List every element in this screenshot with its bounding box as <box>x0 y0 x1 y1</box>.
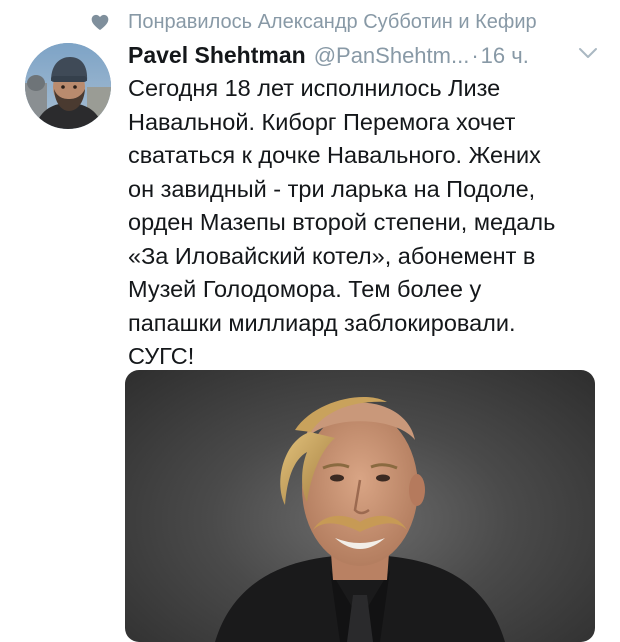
tweet-text-line: свататься к дочке Навального. Жених <box>128 142 541 168</box>
tweet-time[interactable]: 16 ч. <box>481 43 529 68</box>
tweet-text-line: орден Мазепы второй степени, медаль <box>128 209 556 235</box>
tweet-text-line: «За Иловайский котел», абонемент в <box>128 242 536 269</box>
tweet-text-line: Навальной. Киборг Перемога хочет <box>128 108 516 135</box>
tweet-text: Сегодня 18 лет исполнилось Лизе Навально… <box>128 72 608 374</box>
author-name[interactable]: Pavel Shehtman <box>128 42 306 68</box>
tweet-media-image[interactable] <box>125 370 595 642</box>
tweet-header: Pavel Shehtman @PanShehtm...·16 ч. <box>128 38 598 74</box>
tweet-text-line: Сегодня 18 лет исполнилось Лизе <box>128 75 501 101</box>
tweet-text-line: Музей Голодомора. Тем более у <box>128 276 482 302</box>
avatar[interactable] <box>25 43 111 129</box>
tweet-text-line: он завидный - три ларька на Подоле, <box>128 175 536 202</box>
tweet-text-line: СУГС! <box>128 343 195 369</box>
media-photo <box>215 397 505 642</box>
heart-icon <box>91 14 109 30</box>
separator-dot: · <box>471 43 479 68</box>
author-handle[interactable]: @PanShehtm... <box>314 43 470 68</box>
avatar-image <box>25 43 111 129</box>
social-context-text[interactable]: Понравилось Александр Субботин и Кефир <box>128 8 537 36</box>
chevron-down-icon[interactable] <box>578 46 598 60</box>
tweet-text-line: папашки миллиард заблокировали. <box>128 309 516 336</box>
